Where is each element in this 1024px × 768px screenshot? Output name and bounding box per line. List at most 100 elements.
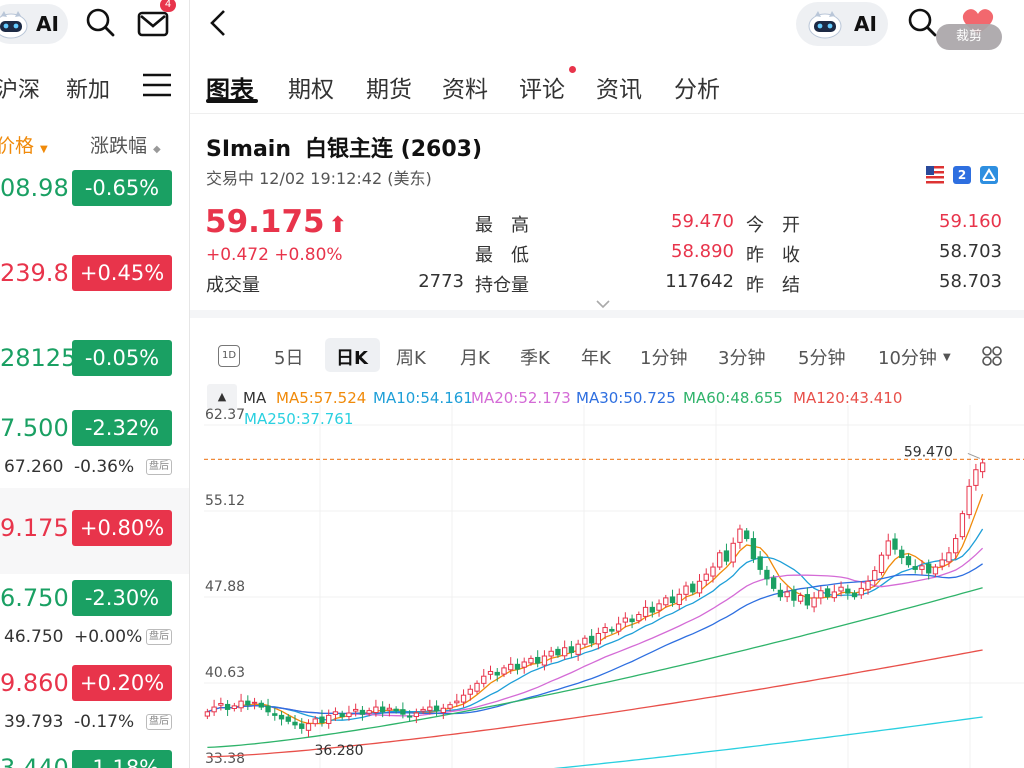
period-1[interactable]: 日K <box>336 344 368 370</box>
afterhours-change: +0.00% <box>74 627 143 647</box>
grid-layout-icon[interactable] <box>981 345 1003 367</box>
watch-price[interactable]: 7.500 <box>0 414 69 442</box>
watch-price[interactable]: 239.8 <box>0 259 69 287</box>
open-label: 今 开 <box>746 215 800 236</box>
candle-body <box>231 705 237 709</box>
candle-body <box>885 540 891 556</box>
period-4[interactable]: 季K <box>520 344 550 370</box>
menu-icon[interactable] <box>142 72 172 98</box>
last-price-value: 59.175 <box>205 204 325 240</box>
candle-body <box>905 556 912 566</box>
low-value: 58.890 <box>671 241 734 262</box>
candle-body <box>393 708 399 712</box>
period-2[interactable]: 周K <box>396 344 426 370</box>
period-dropdown-icon[interactable]: ▼ <box>943 352 951 363</box>
tab-5[interactable]: 资讯 <box>596 70 642 104</box>
y-tick-label: 40.63 <box>205 665 245 681</box>
period-0[interactable]: 5日 <box>274 344 303 370</box>
change-badge[interactable]: +0.45% <box>72 255 172 291</box>
kline-chart[interactable]: 62.37 55.12 47.88 40.63 33.38 59.470 36.280 <box>190 405 1024 768</box>
period-3[interactable]: 月K <box>460 344 490 370</box>
candle-body <box>737 528 743 543</box>
tab-active-underline <box>206 99 258 103</box>
trading-status: 交易中 12/02 19:12:42 (美东) <box>206 169 432 188</box>
mail-icon[interactable] <box>137 8 171 38</box>
change-badge[interactable]: +0.20% <box>72 665 172 701</box>
candle-body <box>265 705 271 713</box>
candle-body <box>824 588 831 598</box>
afterhours-tag: 盘后 <box>146 459 172 475</box>
candle-body <box>872 570 878 581</box>
candle-body <box>973 469 979 486</box>
candle-body <box>629 618 635 623</box>
search-icon[interactable] <box>906 6 938 38</box>
candle-body <box>912 566 918 570</box>
candle-body <box>251 701 258 704</box>
candle-body <box>784 591 790 598</box>
market-tab-1[interactable]: 新加 <box>66 72 110 104</box>
tab-4[interactable]: 评论 <box>519 70 565 104</box>
contract-title: SImain 白银主连 (2603) <box>206 131 482 163</box>
period-9[interactable]: 10分钟 <box>878 344 937 370</box>
ma-line <box>207 649 983 758</box>
candle-body <box>582 637 588 645</box>
low-marker-label: 36.280 <box>314 743 363 759</box>
candle-body <box>467 688 473 695</box>
watch-price[interactable]: 3.440 <box>0 754 69 768</box>
candle-body <box>204 711 211 717</box>
candle-body <box>528 657 534 664</box>
watch-price[interactable]: 08.98 <box>0 174 69 202</box>
candle-body <box>926 563 932 574</box>
candle-body <box>838 586 844 592</box>
market-tab-0[interactable]: 沪深 <box>0 72 40 104</box>
candle-body <box>292 721 298 726</box>
column-price-header[interactable]: 价格 ▼ <box>0 131 48 158</box>
afterhours-tag: 盘后 <box>146 629 172 645</box>
candle-body <box>730 542 736 563</box>
level2-icon: 2 <box>953 166 971 184</box>
change-badge[interactable]: +0.80% <box>72 510 172 546</box>
volume-label: 成交量 <box>206 275 260 296</box>
change-badge[interactable]: -2.32% <box>72 410 172 446</box>
ai-assistant-button[interactable]: AI <box>0 4 68 44</box>
candle-body <box>562 647 568 657</box>
new-dot-badge <box>569 66 576 73</box>
expand-chevron-icon[interactable] <box>595 294 611 309</box>
tab-3[interactable]: 资料 <box>442 70 488 104</box>
tab-6[interactable]: 分析 <box>674 70 720 104</box>
candle-body <box>939 559 945 567</box>
ai-assistant-button[interactable]: AI <box>796 2 888 46</box>
candle-body <box>460 694 467 703</box>
day-icon[interactable]: 1D <box>218 345 240 367</box>
watch-price[interactable]: 28125 <box>0 344 76 372</box>
detail-panel: AI 裁剪 图表 期权 期货 资料 评论 资讯 分析 SImain 白银主连 (2603) 交… <box>190 0 1024 768</box>
period-5[interactable]: 年K <box>581 344 611 370</box>
candle-body <box>346 712 352 718</box>
candle-body <box>272 713 278 716</box>
change-badge[interactable]: -1.18% <box>72 750 172 768</box>
price-change: +0.472 +0.80% <box>206 245 343 265</box>
candle-body <box>851 592 858 598</box>
period-7[interactable]: 3分钟 <box>718 344 765 370</box>
candle-body <box>440 707 446 714</box>
change-badge[interactable]: -0.05% <box>72 340 172 376</box>
candle-body <box>750 538 757 560</box>
watchlist-panel: AI 4 沪深 新加 价格 ▼ 涨跌幅 ◆ 08.98 -0.65% 239.8 +0.4… <box>0 0 190 768</box>
back-icon[interactable] <box>206 8 230 38</box>
watch-price[interactable]: 9.860 <box>0 669 69 697</box>
candle-body <box>568 646 575 653</box>
period-8[interactable]: 5分钟 <box>798 344 845 370</box>
column-change-header[interactable]: 涨跌幅 ◆ <box>90 131 161 158</box>
change-badge[interactable]: -2.30% <box>72 580 172 616</box>
crop-button[interactable]: 裁剪 <box>936 24 1002 50</box>
tab-1[interactable]: 期权 <box>288 70 334 104</box>
high-marker-label: 59.470 <box>904 444 953 460</box>
period-6[interactable]: 1分钟 <box>640 344 687 370</box>
watch-price[interactable]: 6.750 <box>0 584 69 612</box>
candle-body <box>319 716 325 723</box>
watch-price[interactable]: 9.175 <box>0 514 69 542</box>
change-badge[interactable]: -0.65% <box>72 170 172 206</box>
search-icon[interactable] <box>84 6 116 38</box>
tab-2[interactable]: 期货 <box>366 70 412 104</box>
afterhours-price: 67.260 <box>4 457 64 477</box>
